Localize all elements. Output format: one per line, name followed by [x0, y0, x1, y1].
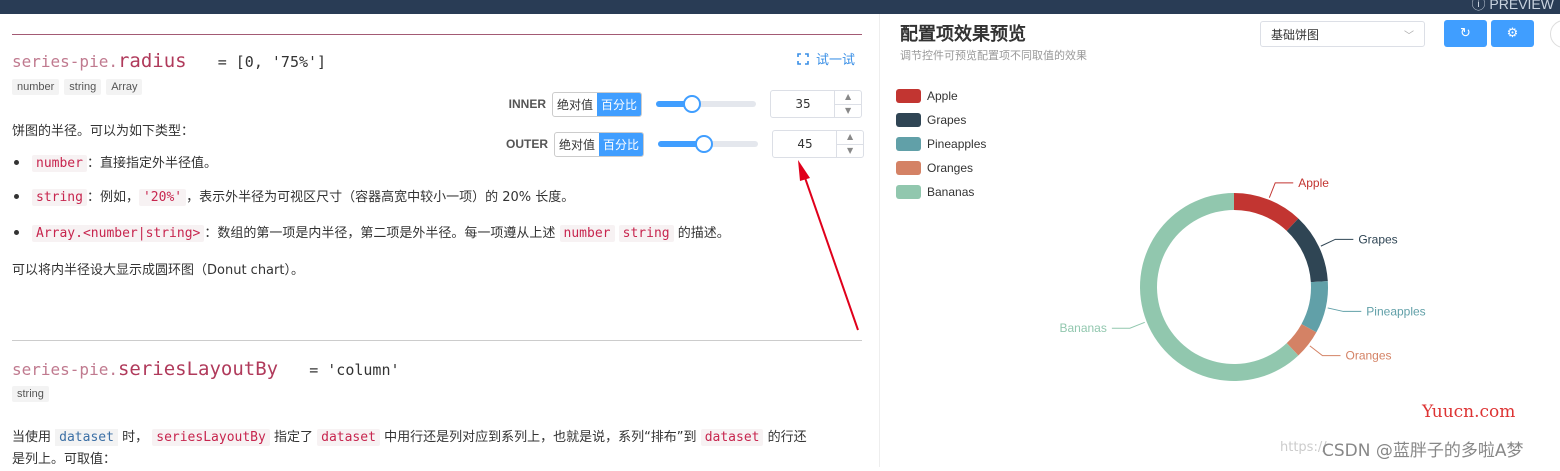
desc-text: 的行还: [767, 430, 807, 445]
desc-text: 当使用: [12, 430, 52, 445]
label-line: [1268, 182, 1294, 198]
label-line: [1320, 238, 1354, 247]
inline-code: dataset: [700, 429, 764, 446]
pie-slice[interactable]: [1301, 281, 1328, 333]
inline-code: dataset: [317, 429, 380, 446]
top-nav-bar: ⓘ PREVIEW: [0, 0, 1560, 14]
option-title-serieslayoutby: series-pie.seriesLayoutBy = 'column': [12, 358, 400, 380]
pie-slice[interactable]: [1286, 218, 1328, 283]
top-nav-text: ⓘ PREVIEW: [1471, 0, 1554, 12]
watermark-csdn: CSDN @蓝胖子的多啦A梦: [1322, 441, 1524, 461]
label-line: [1309, 345, 1341, 357]
option-types: string: [12, 386, 49, 402]
doc-panel: series-pie.radius = [0, '75%'] number st…: [0, 14, 878, 467]
watermark-url: https://: [1280, 440, 1327, 455]
option-name: seriesLayoutBy: [117, 358, 279, 380]
slice-label: Bananas: [1059, 321, 1106, 335]
layout-desc: 当使用 dataset 时， seriesLayoutBy 指定了 datase…: [12, 427, 872, 471]
preview-panel: 配置项效果预览 调节控件可预览配置项不同取值的效果 基础饼图 ﹀ ↻ ⚙ » A…: [879, 14, 1560, 467]
option-prefix: series-pie.: [12, 360, 118, 379]
label-line: [1111, 321, 1145, 329]
desc-text: 时，: [122, 430, 149, 445]
slice-label: Grapes: [1358, 232, 1397, 246]
desc-text: 是列上。可取值：: [12, 452, 117, 467]
label-line: [1327, 307, 1362, 312]
slice-label: Oranges: [1345, 349, 1391, 363]
type-tag: string: [12, 386, 49, 402]
slice-label: Apple: [1298, 176, 1329, 190]
desc-text: 中用行还是列对应到系列上，也就是说，系列“排布”到: [384, 430, 697, 445]
watermark-yuucn: Yuucn.com: [1422, 402, 1516, 422]
inline-link-code[interactable]: dataset: [55, 429, 118, 446]
pie-chart: Apple Grapes Pineapples Oranges Bananas: [1059, 176, 1426, 382]
inline-code: seriesLayoutBy: [152, 429, 270, 446]
slice-label: Pineapples: [1366, 304, 1425, 318]
option-default: = 'column': [309, 361, 400, 379]
desc-text: 指定了: [273, 430, 313, 445]
pie-slice[interactable]: [1234, 193, 1299, 231]
annotation-arrow: [798, 160, 859, 331]
